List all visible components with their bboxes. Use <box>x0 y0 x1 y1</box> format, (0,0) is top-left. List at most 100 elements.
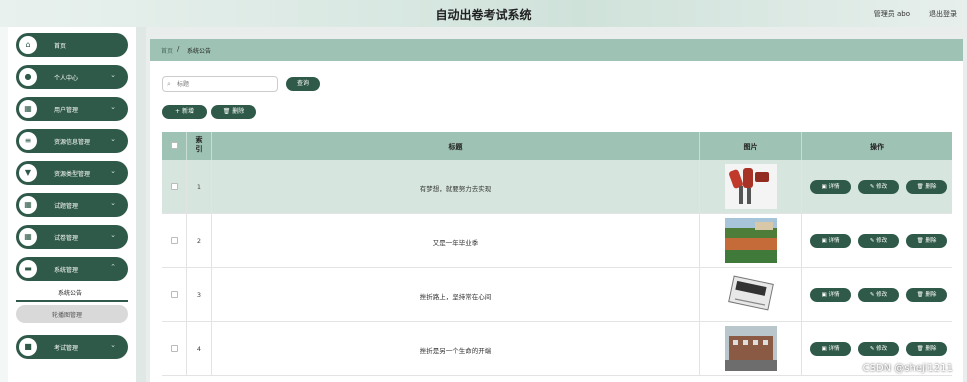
row-checkbox[interactable] <box>171 345 178 352</box>
watermark: CSDN @sheji1211 <box>862 363 953 374</box>
main-content: 首页 / 系统公告 ⌕ 查询 + 新增 🗑 删除 索引 标题 图片 操作 1 有… <box>150 39 963 382</box>
breadcrumb-current: 系统公告 <box>187 48 212 55</box>
breadcrumb-separator: / <box>177 45 180 53</box>
sidebar-item-system[interactable]: ▬ 系统管理 ⌃ <box>16 257 128 281</box>
document-icon: ▣ <box>821 346 827 352</box>
chevron-down-icon: ⌄ <box>110 199 116 207</box>
sidebar-item-label: 首页 <box>54 43 67 50</box>
trash-icon: 🗑 <box>916 292 924 298</box>
document-icon: ▣ <box>821 184 827 190</box>
header-title[interactable]: 标题 <box>212 132 700 160</box>
edit-button[interactable]: ✎ 修改 <box>858 234 899 248</box>
pencil-icon: ✎ <box>869 184 875 190</box>
trash-icon: 🗑 <box>916 184 924 190</box>
detail-button[interactable]: ▣ 详情 <box>810 180 851 194</box>
grid-icon: ▦ <box>19 100 37 118</box>
header-actions: 操作 <box>870 143 884 151</box>
sidebar-menu: ⌂ 首页 ● 个人中心 ⌄ ▦ 用户管理 ⌄ ≡ 资源信息管理 ⌄ ▼ 资源类型… <box>8 27 136 382</box>
detail-button[interactable]: ▣ 详情 <box>810 342 851 356</box>
chevron-down-icon: ⌄ <box>110 231 116 239</box>
chevron-down-icon: ⌄ <box>110 135 116 143</box>
sidebar-item-label: 试卷管理 <box>54 235 79 242</box>
delete-button[interactable]: 🗑 删除 <box>211 105 256 119</box>
header-index-line2: 引 <box>195 145 203 153</box>
sidebar-item-resource-info[interactable]: ≡ 资源信息管理 ⌄ <box>16 129 128 153</box>
chevron-down-icon: ⌄ <box>110 71 116 79</box>
news-paper-image <box>725 272 777 317</box>
sidebar-item-label: 个人中心 <box>54 75 79 82</box>
row-index: 1 <box>196 183 202 191</box>
lock-icon: ■ <box>19 338 37 356</box>
sidebar-item-profile[interactable]: ● 个人中心 ⌄ <box>16 65 128 89</box>
grid-icon: ▦ <box>19 228 37 246</box>
row-delete-button[interactable]: 🗑 删除 <box>906 180 947 194</box>
header-select-all <box>162 132 187 160</box>
row-checkbox[interactable] <box>171 183 178 190</box>
breadcrumb: 首页 / 系统公告 <box>150 39 963 61</box>
sidebar-subitem-carousel[interactable]: 轮播图管理 <box>16 305 128 323</box>
list-icon: ≡ <box>19 132 37 150</box>
header-image[interactable]: 图片 <box>700 132 802 160</box>
campus-field-image <box>725 218 777 263</box>
add-button[interactable]: + 新增 <box>162 105 207 119</box>
row-index: 4 <box>196 345 202 353</box>
sidebar-item-papers[interactable]: ▦ 试卷管理 ⌄ <box>16 225 128 249</box>
search-icon: ⌕ <box>167 80 171 88</box>
table-row[interactable]: 2 又是一年毕业季 ▣ 详情 ✎ 修改 🗑 删除 <box>162 214 952 268</box>
table-row[interactable]: 3 挫折路上，坚持常在心间 ▣ 详情 ✎ 修改 🗑 删除 <box>162 268 952 322</box>
user-icon: ● <box>19 68 37 86</box>
document-icon: ▣ <box>821 238 827 244</box>
sidebar-subitem-announcements[interactable]: 系统公告 <box>16 285 128 302</box>
sidebar-item-home[interactable]: ⌂ 首页 <box>16 33 128 57</box>
row-checkbox[interactable] <box>171 237 178 244</box>
table-row[interactable]: 1 有梦想，就要努力去实现 ▣ 详情 ✎ 修改 🗑 删除 <box>162 160 952 214</box>
sidebar-item-label: 系统管理 <box>54 267 79 274</box>
search-input[interactable] <box>177 79 273 89</box>
microphones-news-image <box>725 164 777 209</box>
breadcrumb-home[interactable]: 首页 <box>161 46 173 55</box>
table-row[interactable]: 4 挫折是另一个生命的开端 ▣ 详情 ✎ 修改 🗑 删除 <box>162 322 952 376</box>
select-all-checkbox[interactable] <box>171 142 178 149</box>
row-index: 3 <box>196 291 202 299</box>
edit-button[interactable]: ✎ 修改 <box>858 342 899 356</box>
logout-link[interactable]: 退出登录 <box>929 9 957 19</box>
document-icon: ▣ <box>821 292 827 298</box>
sidebar-scrollbar[interactable] <box>136 27 146 382</box>
chevron-up-icon: ⌃ <box>110 263 116 271</box>
sidebar-item-label: 试题管理 <box>54 203 79 210</box>
header-index-line1: 索 <box>195 136 203 144</box>
app-title: 自动出卷考试系统 <box>435 8 532 22</box>
edit-button[interactable]: ✎ 修改 <box>858 288 899 302</box>
chevron-down-icon: ⌄ <box>110 103 116 111</box>
campus-building-image <box>725 326 777 371</box>
edit-button[interactable]: ✎ 修改 <box>858 180 899 194</box>
row-title: 有梦想，就要努力去实现 <box>419 185 492 193</box>
row-delete-button[interactable]: 🗑 删除 <box>906 342 947 356</box>
row-title: 挫折是另一个生命的开端 <box>419 347 492 355</box>
query-button[interactable]: 查询 <box>286 77 320 91</box>
table-header: 索引 标题 图片 操作 <box>162 132 952 160</box>
sidebar-item-exams[interactable]: ■ 考试管理 ⌄ <box>16 335 128 359</box>
sidebar-item-label: 用户管理 <box>54 107 79 114</box>
sidebar-item-questions[interactable]: ▦ 试题管理 ⌄ <box>16 193 128 217</box>
sidebar-item-label: 资源类型管理 <box>54 171 91 178</box>
row-checkbox[interactable] <box>171 291 178 298</box>
top-bar: 自动出卷考试系统 管理员 abo 退出登录 <box>0 0 967 27</box>
pencil-icon: ✎ <box>869 292 875 298</box>
sidebar-subitem-label: 系统公告 <box>58 290 83 297</box>
delete-button-label: 删除 <box>232 108 245 115</box>
filter-icon: ▼ <box>19 164 37 182</box>
sidebar-item-label: 资源信息管理 <box>54 139 91 146</box>
trash-icon: 🗑 <box>916 346 924 352</box>
sidebar: ⌂ 首页 ● 个人中心 ⌄ ▦ 用户管理 ⌄ ≡ 资源信息管理 ⌄ ▼ 资源类型… <box>0 27 146 382</box>
sidebar-item-resource-type[interactable]: ▼ 资源类型管理 ⌄ <box>16 161 128 185</box>
sidebar-item-users[interactable]: ▦ 用户管理 ⌄ <box>16 97 128 121</box>
home-icon: ⌂ <box>19 36 37 54</box>
row-delete-button[interactable]: 🗑 删除 <box>906 288 947 302</box>
detail-button[interactable]: ▣ 详情 <box>810 234 851 248</box>
pencil-icon: ✎ <box>869 238 875 244</box>
trash-icon: 🗑 <box>222 108 231 115</box>
row-delete-button[interactable]: 🗑 删除 <box>906 234 947 248</box>
detail-button[interactable]: ▣ 详情 <box>810 288 851 302</box>
sidebar-subitem-label: 轮播图管理 <box>52 312 83 319</box>
